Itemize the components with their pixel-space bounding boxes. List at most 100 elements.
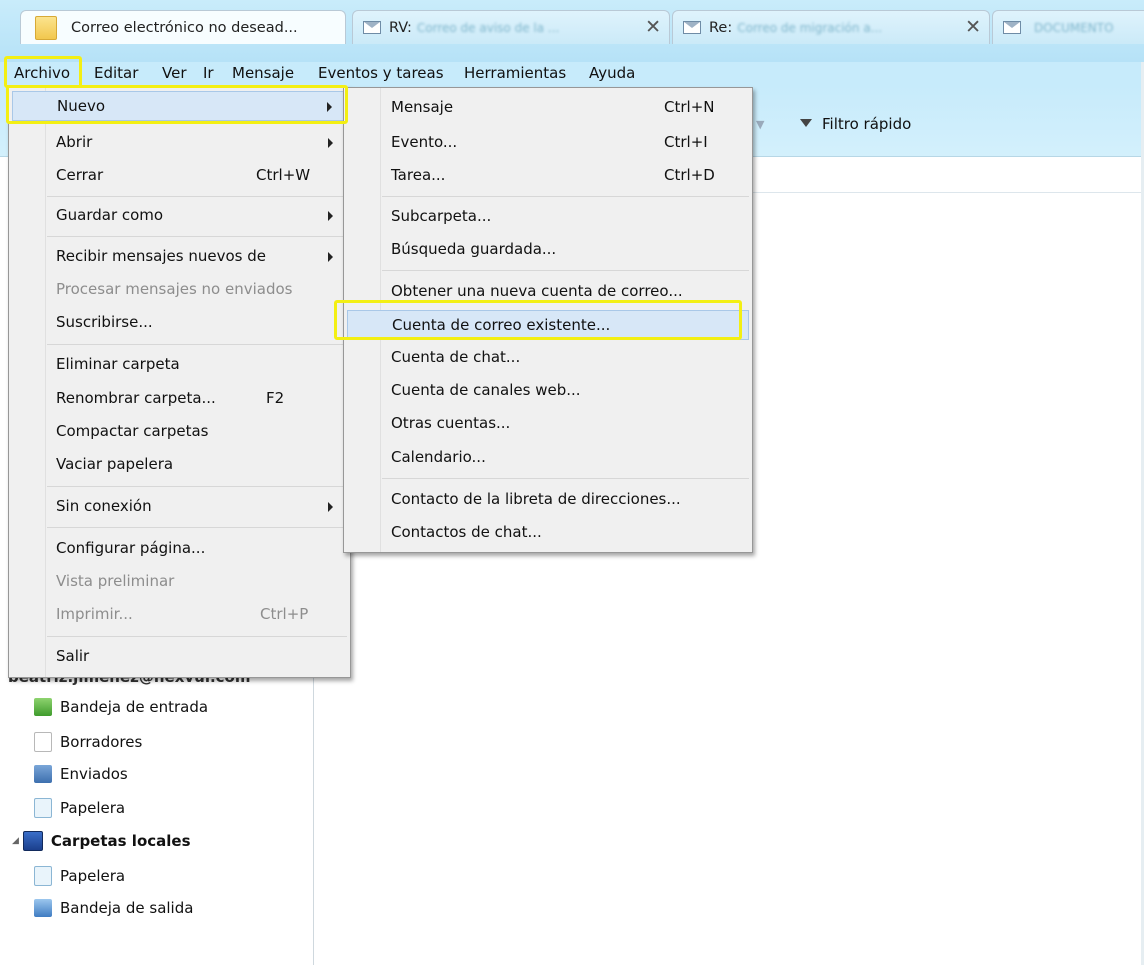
menu-item-vista-preliminar: Vista preliminar — [12, 567, 347, 597]
submenu-item-subcarpeta[interactable]: Subcarpeta... — [347, 202, 749, 232]
folder-drafts[interactable]: Borradores — [34, 732, 142, 752]
chevron-down-icon[interactable]: ▼ — [756, 118, 764, 131]
menu-item-label: Subcarpeta... — [391, 207, 492, 225]
drafts-icon — [34, 732, 52, 752]
submenu-item-cuenta-chat[interactable]: Cuenta de chat... — [347, 343, 749, 373]
submenu-arrow-icon — [328, 138, 333, 148]
tab-label: Correo electrónico no desead... — [71, 19, 298, 36]
menu-item-label: Recibir mensajes nuevos de — [56, 247, 266, 265]
computer-icon — [22, 831, 43, 851]
menu-item-salir[interactable]: Salir — [12, 642, 347, 672]
submenu-item-mensaje[interactable]: Mensaje Ctrl+N — [347, 93, 749, 123]
menu-separator — [47, 486, 347, 487]
menu-item-label: Contactos de chat... — [391, 523, 542, 541]
tab-rv-message[interactable]: RV: Correo de aviso de la ... ✕ — [352, 10, 670, 44]
submenu-item-tarea[interactable]: Tarea... Ctrl+D — [347, 161, 749, 191]
folder-outbox[interactable]: Bandeja de salida — [34, 899, 193, 917]
submenu-item-busqueda-guardada[interactable]: Búsqueda guardada... — [347, 235, 749, 265]
submenu-item-contactos-chat[interactable]: Contactos de chat... — [347, 518, 749, 548]
tab-label: Re: — [709, 19, 733, 36]
menu-item-label: Cuenta de canales web... — [391, 381, 581, 399]
menu-item-label: Cuenta de chat... — [391, 348, 521, 366]
menu-item-label: Imprimir... — [56, 605, 133, 623]
folder-sent[interactable]: Enviados — [34, 765, 128, 783]
menu-item-shortcut: Ctrl+W — [256, 166, 311, 184]
menu-item-label: Renombrar carpeta... — [56, 389, 216, 407]
local-folders[interactable]: ◢ Carpetas locales — [12, 831, 191, 851]
menu-mensaje[interactable]: Mensaje — [232, 64, 294, 82]
menu-item-compactar-carpetas[interactable]: Compactar carpetas — [12, 417, 347, 447]
submenu-item-otras-cuentas[interactable]: Otras cuentas... — [347, 409, 749, 439]
menu-eventos-tareas[interactable]: Eventos y tareas — [318, 64, 444, 82]
menu-archivo[interactable]: Archivo — [14, 64, 70, 82]
menu-item-label: Mensaje — [391, 98, 454, 116]
menu-item-label: Eliminar carpeta — [56, 355, 180, 373]
menu-separator — [47, 636, 347, 637]
menu-item-abrir[interactable]: Abrir — [12, 128, 347, 158]
menu-item-label: Salir — [56, 647, 90, 665]
tab-document-message[interactable]: DOCUMENTO — [992, 10, 1144, 44]
inbox-icon — [34, 698, 52, 716]
quick-filter-button[interactable]: Filtro rápido — [822, 115, 911, 133]
menu-item-nuevo[interactable]: Nuevo — [12, 91, 347, 121]
folder-local-trash[interactable]: Papelera — [34, 866, 125, 886]
menu-item-recibir-mensajes[interactable]: Recibir mensajes nuevos de — [12, 242, 347, 272]
menu-separator — [382, 196, 749, 197]
menu-separator — [47, 344, 347, 345]
menu-item-label: Vista preliminar — [56, 572, 175, 590]
menu-item-vaciar-papelera[interactable]: Vaciar papelera — [12, 450, 347, 480]
submenu-item-cuenta-canales-web[interactable]: Cuenta de canales web... — [347, 376, 749, 406]
tab-label-blurred: DOCUMENTO — [1034, 20, 1114, 35]
submenu-item-nueva-cuenta-correo[interactable]: Obtener una nueva cuenta de correo... — [347, 277, 749, 307]
close-icon[interactable]: ✕ — [965, 16, 981, 38]
submenu-item-calendario[interactable]: Calendario... — [347, 443, 749, 473]
menu-item-label: Búsqueda guardada... — [391, 240, 557, 258]
menu-item-sin-conexion[interactable]: Sin conexión — [12, 492, 347, 522]
folder-label: Bandeja de salida — [60, 899, 194, 917]
folder-label: Carpetas locales — [50, 832, 191, 850]
menu-item-renombrar-carpeta[interactable]: Renombrar carpeta... F2 — [12, 384, 347, 414]
menu-item-imprimir: Imprimir... Ctrl+P — [12, 600, 347, 630]
submenu-item-evento[interactable]: Evento... Ctrl+I — [347, 128, 749, 158]
menu-editar[interactable]: Editar — [94, 64, 138, 82]
menu-bar: Archivo Editar Ver Ir Mensaje Eventos y … — [0, 62, 1144, 86]
menu-item-suscribirse[interactable]: Suscribirse... — [12, 308, 347, 338]
folder-label: Borradores — [60, 733, 143, 751]
menu-item-label: Guardar como — [56, 206, 164, 224]
submenu-item-cuenta-correo-existente[interactable]: Cuenta de correo existente... — [347, 310, 749, 340]
envelope-icon — [683, 21, 701, 34]
menu-ayuda[interactable]: Ayuda — [589, 64, 635, 82]
menu-item-label: Configurar página... — [56, 539, 206, 557]
envelope-icon — [1003, 21, 1021, 34]
folder-label: Papelera — [60, 799, 126, 817]
file-menu: Nuevo Abrir Cerrar Ctrl+W Guardar como R… — [8, 87, 351, 678]
menu-item-label: Tarea... — [391, 166, 446, 184]
menu-item-eliminar-carpeta[interactable]: Eliminar carpeta — [12, 350, 347, 380]
menu-ver[interactable]: Ver — [162, 64, 187, 82]
menu-separator — [47, 196, 347, 197]
folder-label: Bandeja de entrada — [60, 698, 209, 716]
new-submenu: Mensaje Ctrl+N Evento... Ctrl+I Tarea...… — [343, 87, 753, 553]
submenu-item-contacto-libreta[interactable]: Contacto de la libreta de direcciones... — [347, 485, 749, 515]
folder-inbox[interactable]: Bandeja de entrada — [34, 698, 208, 716]
menu-separator — [382, 270, 749, 271]
tab-junk-mail[interactable]: Correo electrónico no desead... — [20, 10, 346, 44]
menu-ir[interactable]: Ir — [203, 64, 214, 82]
menu-item-label: Abrir — [56, 133, 93, 151]
menu-item-label: Evento... — [391, 133, 458, 151]
menu-herramientas[interactable]: Herramientas — [464, 64, 566, 82]
menu-item-guardar-como[interactable]: Guardar como — [12, 201, 347, 231]
menu-item-label: Contacto de la libreta de direcciones... — [391, 490, 681, 508]
submenu-arrow-icon — [328, 502, 333, 512]
menu-item-label: Cuenta de correo existente... — [392, 316, 611, 334]
expand-icon[interactable]: ◢ — [12, 836, 19, 846]
folder-label: Papelera — [60, 867, 126, 885]
menu-item-label: Suscribirse... — [56, 313, 153, 331]
menu-item-cerrar[interactable]: Cerrar Ctrl+W — [12, 161, 347, 191]
close-icon[interactable]: ✕ — [645, 16, 661, 38]
menu-item-configurar-pagina[interactable]: Configurar página... — [12, 534, 347, 564]
tab-label: RV: — [389, 19, 412, 36]
menu-item-shortcut: Ctrl+P — [260, 605, 309, 623]
tab-re-message[interactable]: Re: Correo de migración a... ✕ — [672, 10, 990, 44]
folder-trash[interactable]: Papelera — [34, 798, 125, 818]
